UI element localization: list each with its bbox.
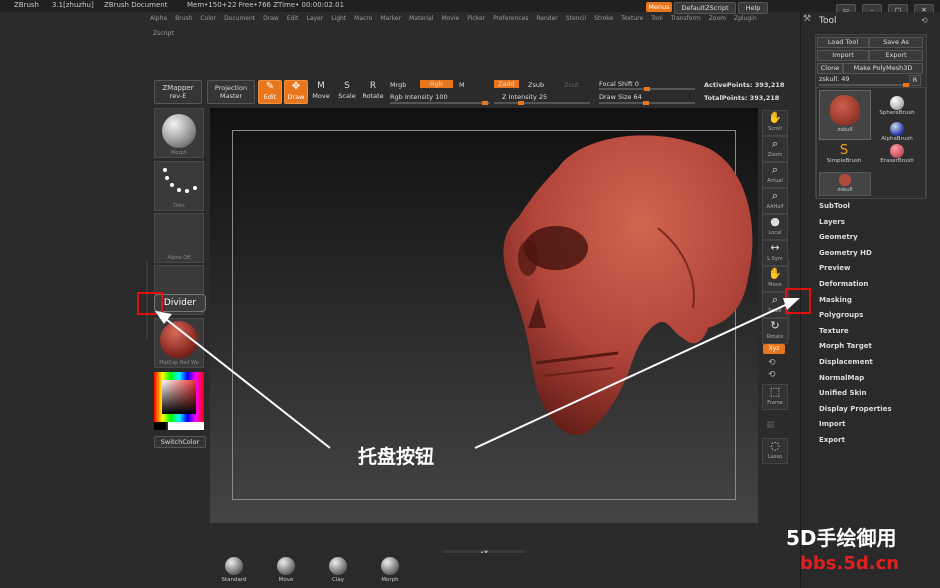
annotation-arrows (155, 298, 800, 449)
watermark-title: 5D手绘御用 (786, 526, 897, 550)
tray-button-annotation: 托盘按钮 (358, 446, 435, 468)
watermark-url: bbs.5d.cn (800, 553, 900, 574)
